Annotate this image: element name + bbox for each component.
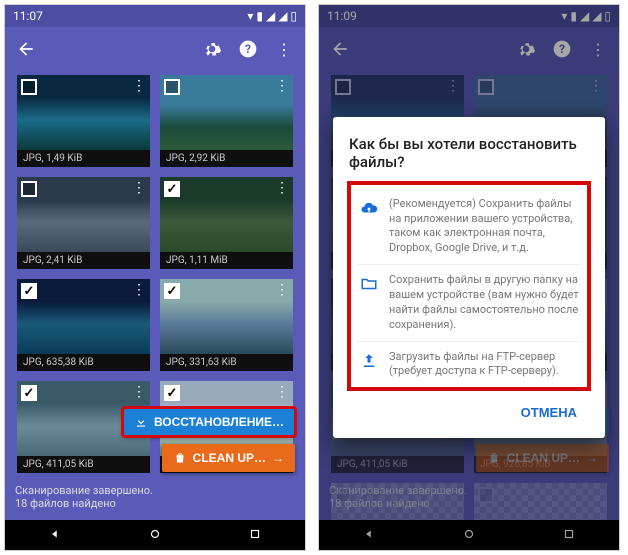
nav-recent-icon[interactable] <box>248 526 262 545</box>
help-icon[interactable]: ? <box>237 38 259 60</box>
thumbnail-grid: JPG, 1,49 KiB ⋮ JPG, 2,92 KiB ⋮ JPG, 2,4… <box>5 71 305 550</box>
thumbnail-more-icon[interactable]: ⋮ <box>132 283 146 297</box>
thumbnail[interactable]: JPG, 2,41 KiB ⋮ <box>17 177 150 269</box>
thumbnail-more-icon[interactable]: ⋮ <box>275 385 289 399</box>
cancel-button[interactable]: ОТМЕНА <box>513 399 585 426</box>
thumbnail-caption: JPG, 2,92 KiB <box>160 150 293 167</box>
dialog-scrim[interactable]: Как бы вы хотели восстановить файлы? (Ре… <box>319 5 619 550</box>
checkbox[interactable] <box>21 181 37 197</box>
thumbnail[interactable]: JPG, 1,11 MiB ⋮ <box>160 177 293 269</box>
phone-left: 11:07 ▾ ▮ ◢ ◢ ▯ ? ⋮ JPG, 1,49 KiB ⋮ JPG,… <box>4 4 306 551</box>
checkbox[interactable] <box>164 79 180 95</box>
thumbnail-caption: JPG, 2,41 KiB <box>17 252 150 269</box>
action-buttons: ВОССТАНОВЛЕНИЕ… CLEAN UP… → <box>123 408 295 472</box>
dialog-title: Как бы вы хотели восстановить файлы? <box>349 135 589 171</box>
checkbox[interactable] <box>21 385 37 401</box>
arrow-right-icon: → <box>272 451 284 465</box>
option-folder[interactable]: Сохранить файлы в другую папку на вашем … <box>357 265 581 341</box>
option-cloud[interactable]: (Рекомендуется) Сохранить файлы на прило… <box>357 189 581 265</box>
thumbnail-caption: JPG, 635,38 KiB <box>17 354 150 371</box>
thumbnail-caption: JPG, 331,63 KiB <box>160 354 293 371</box>
thumbnail[interactable]: JPG, 331,63 KiB ⋮ <box>160 279 293 371</box>
back-icon[interactable] <box>15 38 37 60</box>
checkbox[interactable] <box>164 283 180 299</box>
upload-icon <box>359 350 379 380</box>
folder-icon <box>359 273 379 332</box>
status-bar: 11:07 ▾ ▮ ◢ ◢ ▯ <box>5 5 305 27</box>
thumbnail-more-icon[interactable]: ⋮ <box>132 385 146 399</box>
restore-button[interactable]: ВОССТАНОВЛЕНИЕ… <box>123 408 295 436</box>
thumbnail-caption: JPG, 1,11 MiB <box>160 252 293 269</box>
restore-dialog: Как бы вы хотели восстановить файлы? (Ре… <box>333 117 605 438</box>
nav-back-icon[interactable] <box>48 526 62 545</box>
status-line-1: Сканирование завершено. <box>15 484 295 497</box>
cleanup-label: CLEAN UP… <box>193 451 266 465</box>
app-bar: ? ⋮ <box>5 27 305 71</box>
phone-right: 11:09 ▾ ▮ ◢ ◢ ▯ ? ⋮ JPG, 1,49 KiB ⋮ JPG,… <box>318 4 620 551</box>
status-icons: ▾ ▮ ◢ ◢ ▯ <box>247 9 297 23</box>
clock: 11:07 <box>13 9 43 23</box>
thumbnail[interactable]: JPG, 2,92 KiB ⋮ <box>160 75 293 167</box>
status-footer: Сканирование завершено. 18 файлов найден… <box>5 480 305 520</box>
checkbox[interactable] <box>21 79 37 95</box>
option-ftp-text: Загрузить файлы на FTP-сервер (требует д… <box>389 350 579 380</box>
more-icon[interactable]: ⋮ <box>273 38 295 60</box>
thumbnail-more-icon[interactable]: ⋮ <box>275 283 289 297</box>
thumbnail-more-icon[interactable]: ⋮ <box>132 79 146 93</box>
nav-home-icon[interactable] <box>148 526 162 545</box>
thumbnail-more-icon[interactable]: ⋮ <box>275 79 289 93</box>
option-folder-text: Сохранить файлы в другую папку на вашем … <box>389 273 579 332</box>
cloud-upload-icon <box>359 197 379 256</box>
gear-icon[interactable] <box>201 38 223 60</box>
thumbnail-caption: JPG, 1,49 KiB <box>17 150 150 167</box>
option-cloud-text: (Рекомендуется) Сохранить файлы на прило… <box>389 197 579 256</box>
thumbnail-more-icon[interactable]: ⋮ <box>132 181 146 195</box>
checkbox[interactable] <box>164 385 180 401</box>
nav-bar <box>5 520 305 550</box>
checkbox[interactable] <box>164 181 180 197</box>
thumbnail[interactable]: JPG, 635,38 KiB ⋮ <box>17 279 150 371</box>
thumbnail-more-icon[interactable]: ⋮ <box>275 181 289 195</box>
svg-text:?: ? <box>245 42 251 56</box>
dialog-options: (Рекомендуется) Сохранить файлы на прило… <box>349 183 589 389</box>
option-ftp[interactable]: Загрузить файлы на FTP-сервер (требует д… <box>357 342 581 388</box>
thumbnail[interactable]: JPG, 1,49 KiB ⋮ <box>17 75 150 167</box>
cleanup-button[interactable]: CLEAN UP… → <box>162 444 295 472</box>
status-line-2: 18 файлов найдено <box>15 497 295 510</box>
checkbox[interactable] <box>21 283 37 299</box>
restore-label: ВОССТАНОВЛЕНИЕ… <box>154 415 284 429</box>
